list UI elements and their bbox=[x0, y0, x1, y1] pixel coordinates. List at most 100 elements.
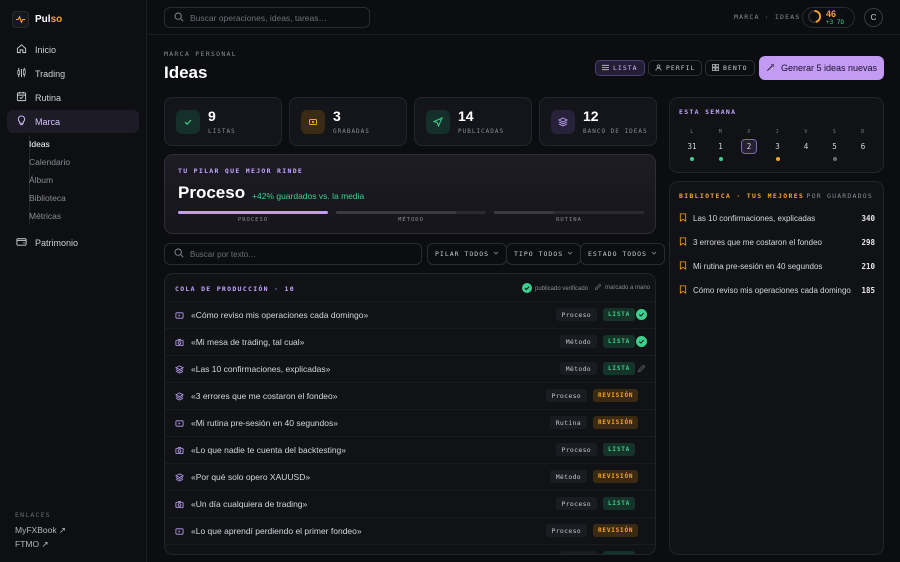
carousel-icon bbox=[174, 392, 185, 401]
pillar-tag: Proceso bbox=[555, 497, 597, 510]
queue-row[interactable]: «Lo que nadie te cuenta del backtesting»… bbox=[165, 436, 655, 463]
queue-row[interactable]: «Mi mesa de trading, tal cual» LISTA Métod… bbox=[165, 328, 655, 355]
pillar-tag: Proceso bbox=[545, 524, 587, 537]
library-item[interactable]: 3 errores que me costaron el fondeo 298 bbox=[679, 235, 875, 249]
week-day-number: 2 bbox=[741, 139, 757, 154]
photo-icon bbox=[175, 338, 184, 347]
link-myfxbook[interactable]: MyFXBook ↗ bbox=[15, 525, 66, 536]
week-day-number: 6 bbox=[860, 142, 866, 151]
pillar-bar-fill bbox=[336, 211, 456, 214]
queue-row-title: «Mi rutina pre-sesión en 40 segundos» bbox=[191, 418, 338, 428]
week-day-dot bbox=[804, 157, 808, 161]
avatar[interactable]: C bbox=[864, 8, 883, 27]
stat-label: PUBLICADAS bbox=[458, 128, 505, 135]
filter-tipo[interactable]: TIPO TODOS bbox=[506, 243, 582, 265]
library-item[interactable]: Cómo reviso mis operaciones cada domingo… bbox=[679, 283, 875, 297]
pencil-icon[interactable] bbox=[637, 364, 646, 373]
pillar-bar bbox=[178, 211, 328, 214]
queue-row-title: «3 errores que me costaron el fondeo» bbox=[191, 391, 338, 401]
stat-value: 14 bbox=[458, 108, 474, 124]
view-bento-button[interactable]: BENTO bbox=[705, 60, 755, 76]
search-icon bbox=[174, 248, 184, 260]
status-badge: REVISIÓN bbox=[593, 470, 639, 483]
bookmark-icon bbox=[679, 236, 687, 248]
queue-row-title: «Las 10 confirmaciones, explicadas» bbox=[191, 364, 331, 374]
subnav-item-biblioteca[interactable]: Biblioteca bbox=[29, 189, 139, 207]
queue-row-title: «Lo que nadie te cuenta del backtesting» bbox=[191, 445, 347, 455]
external-links: ENLACES MyFXBook ↗ FTMO ↗ bbox=[15, 511, 66, 553]
week-card: ESTA SEMANA L 31 M 1 X 2 J 3 V 4 S 5 D 6 bbox=[669, 97, 884, 173]
sidebar: Pulso Inicio Trading Rutina Marca Ideas … bbox=[0, 0, 147, 562]
app-name: Pulso bbox=[35, 14, 63, 25]
queue-row[interactable]: «Un día cualquiera de trading» LISTA Proce… bbox=[165, 490, 655, 517]
subnav-item-calendario[interactable]: Calendario bbox=[29, 153, 139, 171]
chevron-down-icon bbox=[493, 250, 499, 258]
week-day[interactable]: M1 bbox=[713, 129, 729, 161]
global-search-input[interactable]: Buscar operaciones, ideas, tareas… bbox=[164, 7, 370, 28]
status-badge: LISTA bbox=[603, 497, 636, 510]
nav-item-label: Inicio bbox=[35, 44, 57, 55]
nav-item-inicio[interactable]: Inicio bbox=[7, 38, 139, 61]
library-item[interactable]: Las 10 confirmaciones, explicadas 340 bbox=[679, 211, 875, 225]
subnav-item-metricas[interactable]: Métricas bbox=[29, 207, 139, 225]
nav-item-rutina[interactable]: Rutina bbox=[7, 86, 139, 109]
library-item[interactable]: Mi rutina pre-sesión en 40 segundos 210 bbox=[679, 259, 875, 273]
pillar-tag: Método bbox=[559, 335, 597, 348]
subnav-item-ideas[interactable]: Ideas bbox=[29, 135, 139, 153]
status-badge: LISTA bbox=[603, 362, 636, 375]
week-day[interactable]: J3 bbox=[770, 129, 786, 161]
library-item-title: Las 10 confirmaciones, explicadas bbox=[693, 213, 816, 223]
chevron-down-icon bbox=[651, 250, 657, 258]
queue-row[interactable]: «Lo que aprendí perdiendo el primer fond… bbox=[165, 517, 655, 544]
nav-item-trading[interactable]: Trading bbox=[7, 62, 139, 85]
week-day-dot bbox=[832, 157, 837, 161]
queue-row[interactable]: «Cómo reviso mis operaciones cada doming… bbox=[165, 301, 655, 328]
queue-row[interactable]: «Mi rutina pre-sesión en 40 segundos» REV… bbox=[165, 409, 655, 436]
wallet-icon bbox=[16, 236, 27, 249]
generate-label: Generar 5 ideas nuevas bbox=[780, 63, 878, 73]
view-lista-button[interactable]: LISTA bbox=[595, 60, 645, 76]
week-day-dot bbox=[861, 157, 865, 161]
link-ftmo[interactable]: FTMO ↗ bbox=[15, 539, 66, 550]
score-badge[interactable]: 46 +3 7D bbox=[802, 7, 855, 28]
filter-pilar[interactable]: PILAR TODOS bbox=[427, 243, 508, 265]
subnav-label: Calendario bbox=[29, 157, 71, 167]
queue-row[interactable]: «Por qué solo opero XAUUSD» REVISIÓN Métod… bbox=[165, 463, 655, 490]
legend-manual: marcado a mano bbox=[594, 283, 650, 293]
status-badge: LISTA bbox=[603, 308, 636, 321]
queue-row[interactable]: «Las 10 confirmaciones, explicadas» LISTA… bbox=[165, 355, 655, 382]
week-day-number: 5 bbox=[832, 142, 837, 151]
library-item-count: 340 bbox=[861, 213, 875, 223]
filter-estado[interactable]: ESTADO TODOS bbox=[580, 243, 665, 265]
filter-label: TIPO TODOS bbox=[514, 250, 564, 258]
nav-item-marca[interactable]: Marca bbox=[7, 110, 139, 133]
week-day-label: X bbox=[747, 129, 751, 135]
queue-row[interactable]: «Mi setup de escritorio completo» LISTA Ru… bbox=[165, 544, 655, 554]
generate-ideas-button[interactable]: Generar 5 ideas nuevas bbox=[759, 56, 884, 80]
stat-value: 9 bbox=[208, 108, 216, 124]
week-day[interactable]: D6 bbox=[855, 129, 871, 161]
week-day[interactable]: X2 bbox=[741, 129, 757, 161]
pillar-tag: Método bbox=[559, 362, 597, 375]
subnav-item-album[interactable]: Álbum bbox=[29, 171, 139, 189]
grid-icon bbox=[712, 63, 719, 73]
stat-label: LISTAS bbox=[208, 128, 236, 135]
logo[interactable]: Pulso bbox=[12, 11, 62, 28]
score-delta: +3 7D bbox=[826, 18, 845, 26]
send-icon bbox=[426, 110, 450, 134]
status-badge: LISTA bbox=[603, 335, 636, 348]
legend-label: marcado a mano bbox=[605, 285, 651, 291]
week-day[interactable]: V4 bbox=[798, 129, 814, 161]
photo-icon bbox=[175, 500, 184, 509]
view-perfil-button[interactable]: PERFIL bbox=[648, 60, 703, 76]
library-item-title: Mi rutina pre-sesión en 40 segundos bbox=[693, 261, 823, 271]
pencil-icon bbox=[594, 283, 602, 293]
nav-item-label: Trading bbox=[35, 68, 66, 79]
library-sort[interactable]: POR GUARDADOS bbox=[807, 192, 873, 200]
week-day[interactable]: L 31 bbox=[684, 129, 700, 161]
queue-row[interactable]: «3 errores que me costaron el fondeo» REV… bbox=[165, 382, 655, 409]
week-day[interactable]: S5 bbox=[827, 129, 843, 161]
nav-item-patrimonio[interactable]: Patrimonio bbox=[7, 231, 139, 254]
text-search-input[interactable]: Buscar por texto… bbox=[164, 243, 422, 265]
video-icon bbox=[175, 419, 184, 428]
